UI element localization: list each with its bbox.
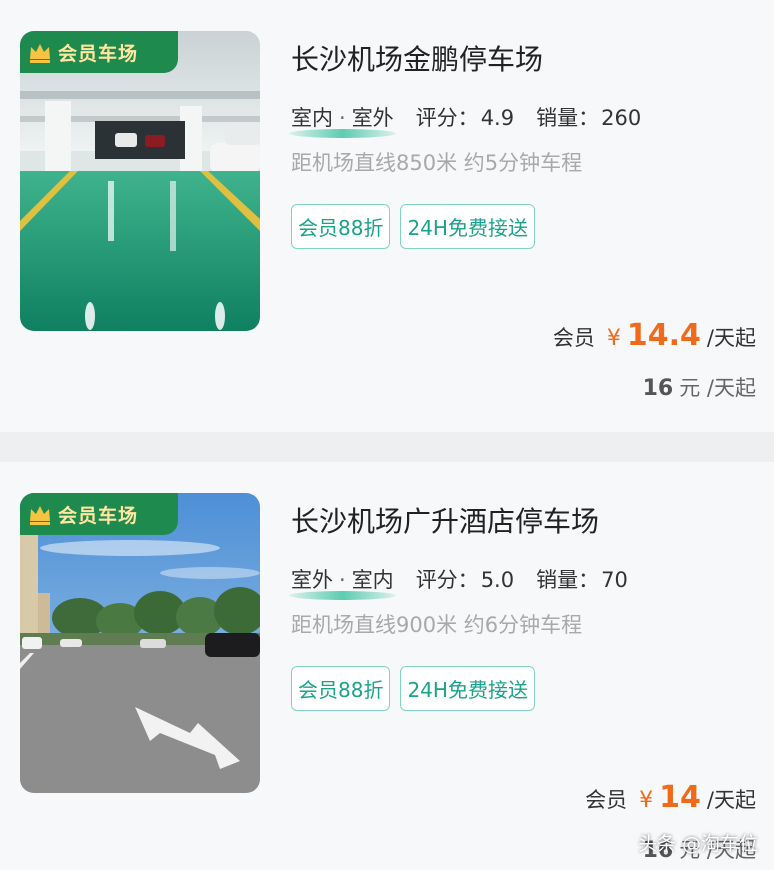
parking-photo-outdoor[interactable]: 会员车场 xyxy=(20,493,260,793)
environment-secondary: 室外 xyxy=(351,106,394,130)
environment-tag: 室内 · 室外 xyxy=(289,102,396,138)
feature-tags: 会员88折 24H免费接送 xyxy=(291,666,535,711)
environment-primary: 室外 xyxy=(291,568,333,592)
sales-value: 260 xyxy=(601,106,642,130)
environment-secondary: 室内 xyxy=(351,568,394,592)
member-price-amount: 14.4 xyxy=(626,318,701,353)
discount-tag: 会员88折 xyxy=(291,666,391,711)
sales-value: 70 xyxy=(601,568,628,592)
indoor-garage-image xyxy=(20,31,260,331)
rating-value: 5.0 xyxy=(480,568,515,592)
source-watermark: 头条 @淘车位 xyxy=(637,833,758,855)
member-price: 会员 ¥ 14 /天起 xyxy=(585,780,756,815)
environment-primary: 室内 xyxy=(291,106,333,130)
member-price-amount: 14 xyxy=(659,780,701,815)
currency-symbol: ¥ xyxy=(606,326,621,351)
parking-photo-indoor[interactable]: 会员车场 xyxy=(20,31,260,331)
parking-card-1[interactable]: 会员车场 长沙机场金鹏停车场 室内 · 室外 评分： 4.9 销量： 260 距机场… xyxy=(0,0,774,432)
shuttle-tag: 24H免费接送 xyxy=(400,666,535,711)
parking-title[interactable]: 长沙机场广升酒店停车场 xyxy=(291,500,599,540)
member-price-label: 会员 xyxy=(585,788,628,812)
parking-title[interactable]: 长沙机场金鹏停车场 xyxy=(291,38,543,78)
sales-label: 销量： xyxy=(536,106,600,130)
member-price: 会员 ¥ 14.4 /天起 xyxy=(553,318,756,353)
rating-value: 4.9 xyxy=(480,106,515,130)
badge-label: 会员车场 xyxy=(58,504,139,527)
parking-meta: 室外 · 室内 评分： 5.0 销量： 70 xyxy=(289,564,650,600)
original-price-unit: 元 /天起 xyxy=(679,376,756,400)
currency-symbol: ¥ xyxy=(639,788,654,813)
shuttle-tag: 24H免费接送 xyxy=(400,204,535,249)
member-price-label: 会员 xyxy=(552,326,595,350)
member-lot-badge: 会员车场 xyxy=(20,493,178,535)
price-unit: /天起 xyxy=(706,788,756,812)
parking-card-2[interactable]: 会员车场 长沙机场广升酒店停车场 室外 · 室内 评分： 5.0 销量： 70 距机… xyxy=(0,462,774,870)
price-unit: /天起 xyxy=(706,326,756,350)
distance-info: 距机场直线850米 约5分钟车程 xyxy=(291,151,583,175)
distance-info: 距机场直线900米 约6分钟车程 xyxy=(291,613,583,637)
rating-label: 评分： xyxy=(415,106,479,130)
member-lot-badge: 会员车场 xyxy=(20,31,178,73)
feature-tags: 会员88折 24H免费接送 xyxy=(291,204,535,249)
crown-icon xyxy=(30,44,50,63)
crown-icon xyxy=(30,506,50,525)
original-price: 16 元 /天起 xyxy=(643,372,756,402)
original-price-amount: 16 xyxy=(642,376,674,401)
rating-label: 评分： xyxy=(415,568,479,592)
outdoor-lot-image xyxy=(20,493,260,793)
discount-tag: 会员88折 xyxy=(291,204,391,249)
badge-label: 会员车场 xyxy=(58,42,139,65)
environment-tag: 室外 · 室内 xyxy=(289,564,396,600)
sales-label: 销量： xyxy=(536,568,600,592)
parking-meta: 室内 · 室外 评分： 4.9 销量： 260 xyxy=(289,102,663,138)
